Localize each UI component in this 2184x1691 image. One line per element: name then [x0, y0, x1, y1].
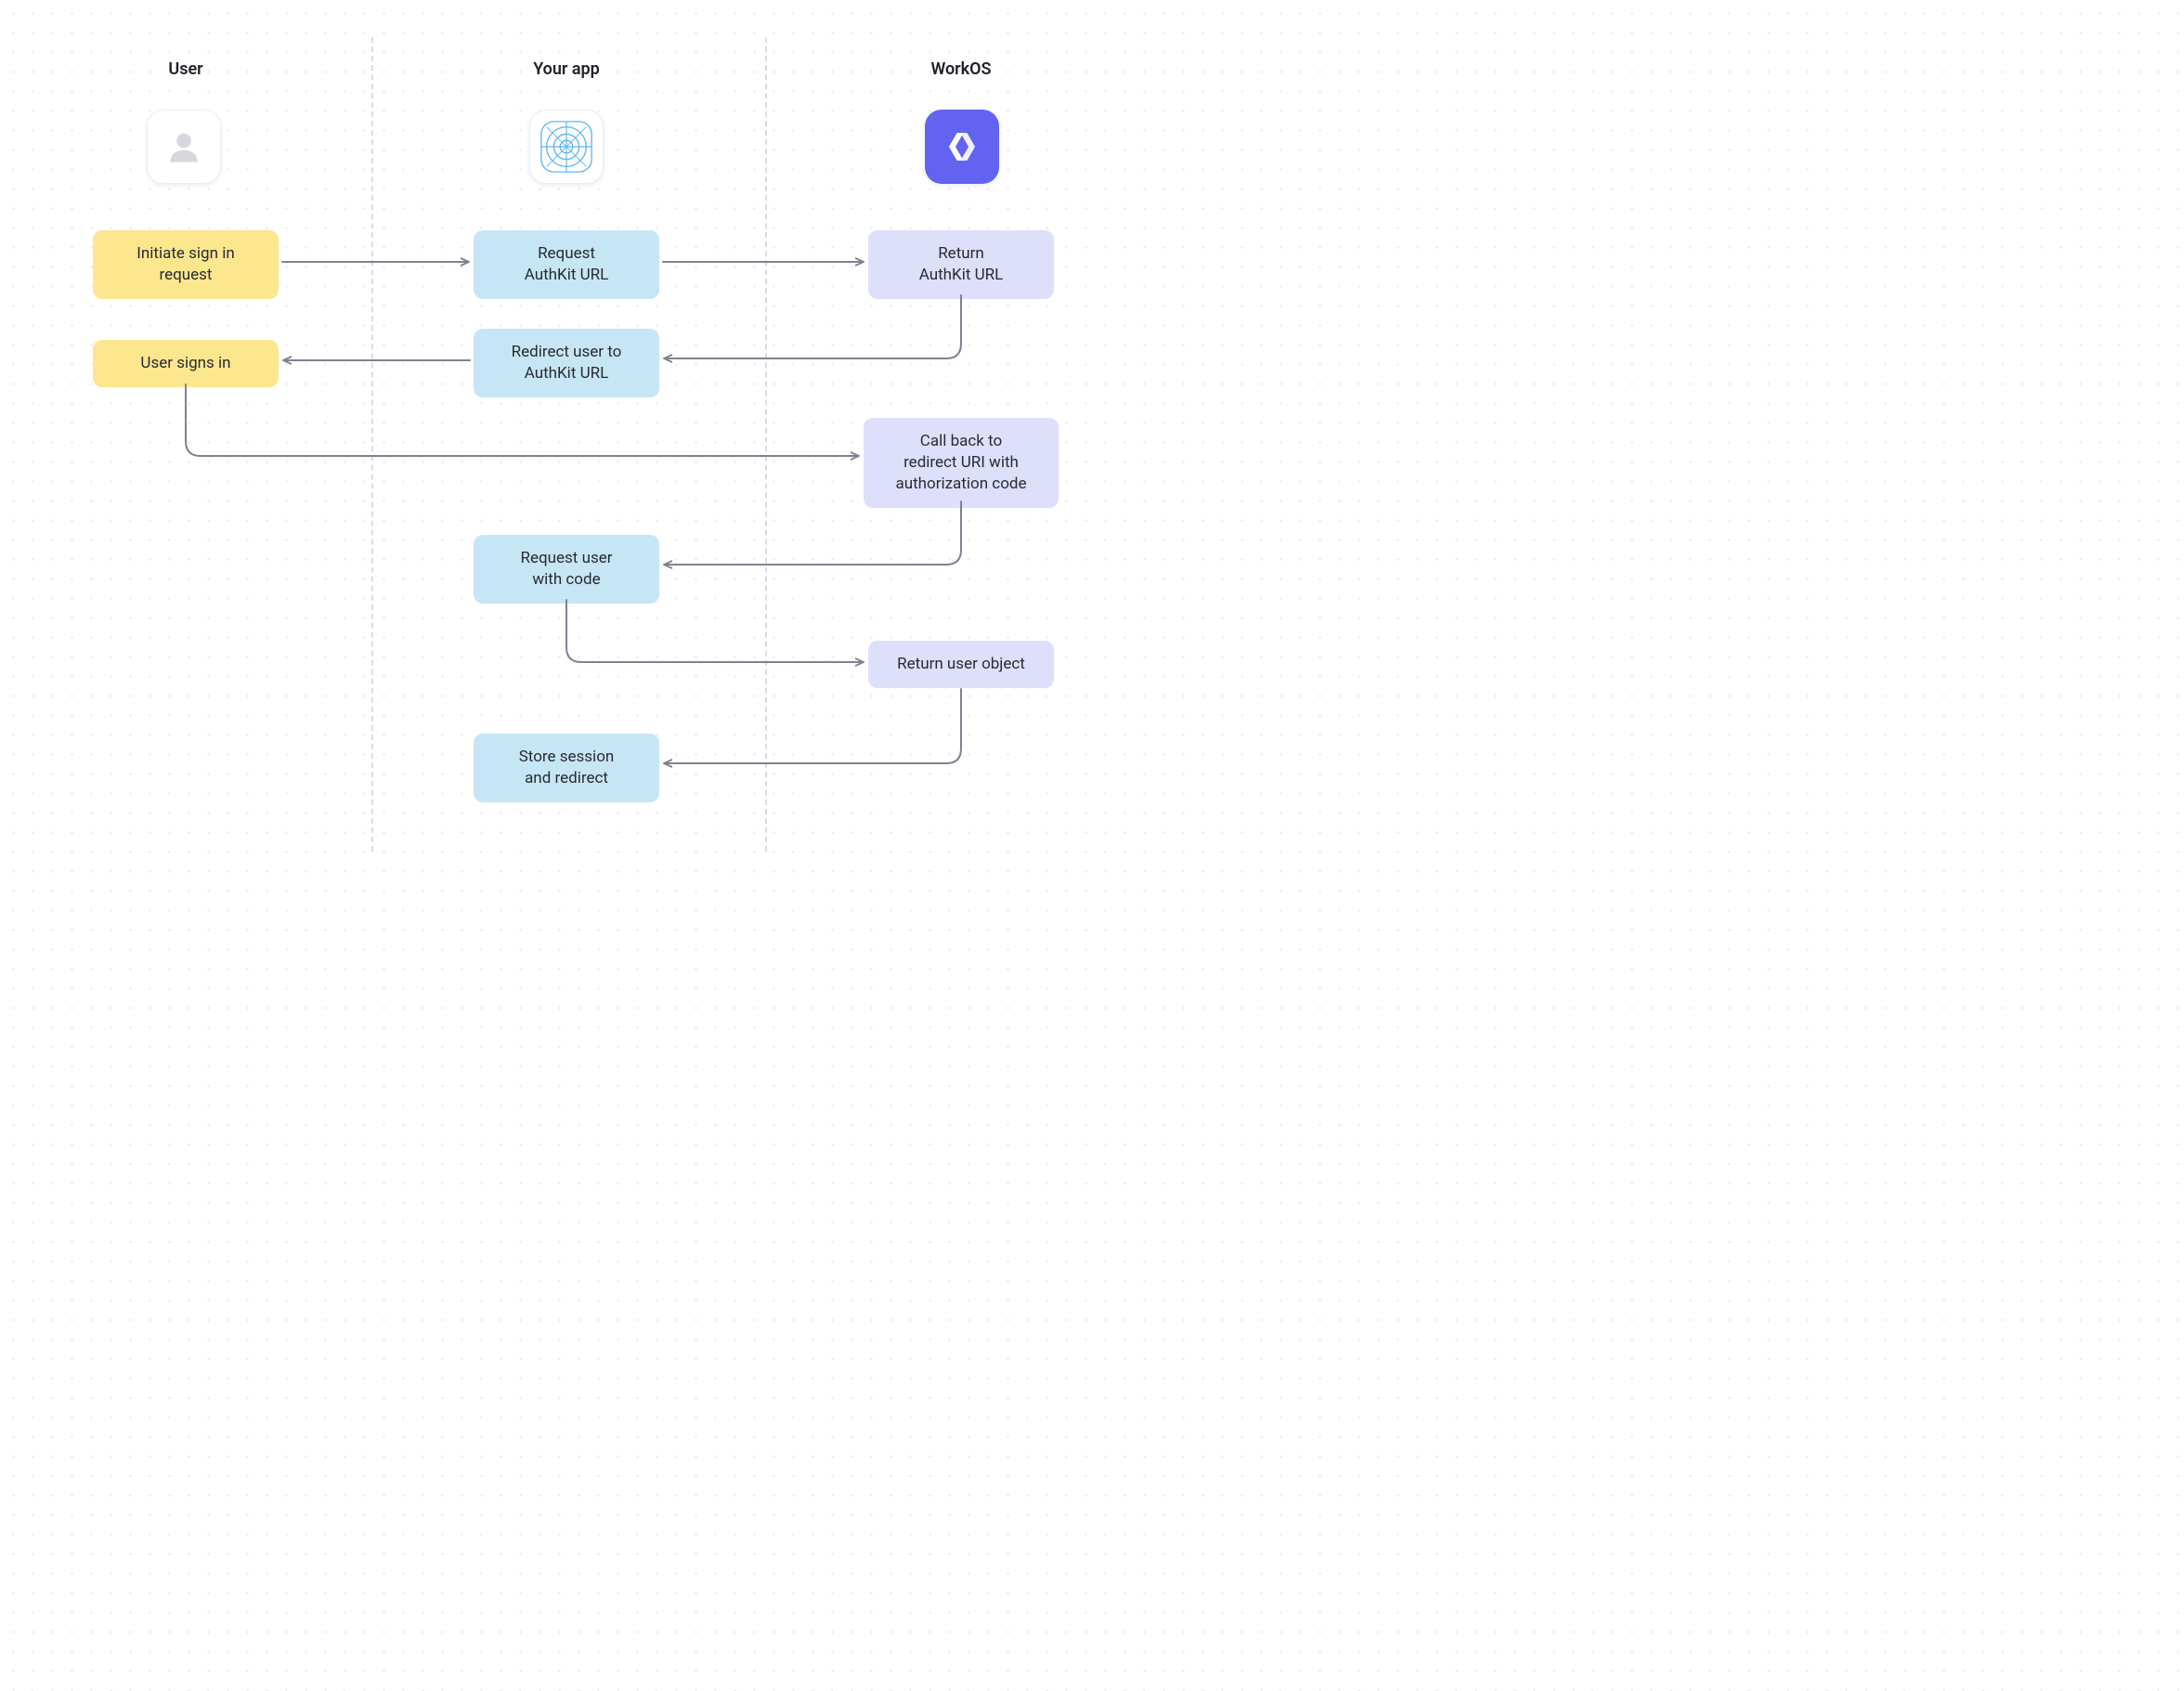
column-header-workos: WorkOS [868, 59, 1054, 79]
box-request-auth: Request AuthKit URL [474, 230, 659, 299]
workos-icon-tile [925, 110, 999, 184]
arrow-return-to-redirect [665, 295, 961, 358]
box-initiate: Initiate sign in request [93, 230, 279, 299]
app-icon-tile [529, 110, 604, 184]
app-blueprint-icon [538, 118, 595, 176]
box-signs-in: User signs in [93, 340, 279, 387]
box-request-user: Request user with code [474, 535, 659, 604]
user-icon-tile [147, 110, 221, 184]
user-icon [163, 126, 204, 167]
column-header-app: Your app [474, 59, 659, 79]
divider-user-app [371, 37, 373, 852]
box-return-obj: Return user object [868, 641, 1054, 688]
box-return-auth: Return AuthKit URL [868, 230, 1054, 299]
arrow-returnobj-to-storesession [665, 689, 961, 763]
workos-logo-icon [939, 124, 985, 170]
divider-app-workos [765, 37, 767, 852]
box-store-session: Store session and redirect [474, 734, 659, 802]
arrow-requestuser-to-returnobj [566, 600, 863, 662]
column-header-user: User [93, 59, 279, 79]
box-redirect-user: Redirect user to AuthKit URL [474, 329, 659, 397]
box-callback: Call back to redirect URI with authoriza… [864, 418, 1059, 508]
arrow-callback-to-requestuser [665, 501, 961, 565]
